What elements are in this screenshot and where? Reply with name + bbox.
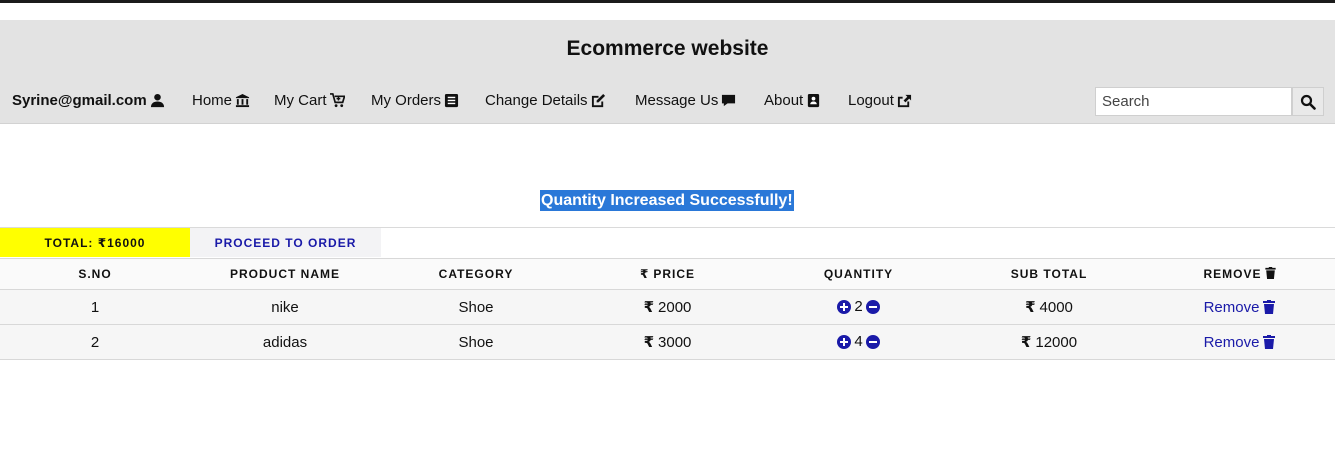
nav-my-cart[interactable]: My Cart (274, 92, 345, 109)
col-remove: REMOVE (1144, 258, 1335, 290)
nav-user-label: Syrine@gmail.com (12, 92, 147, 109)
cart-total: TOTAL: ₹16000 (0, 228, 190, 257)
cell-quantity: 4 (763, 324, 954, 360)
search-icon (1300, 94, 1316, 110)
share-icon (897, 94, 911, 108)
col-price-label: PRICE (653, 267, 696, 281)
col-category: CATEGORY (380, 258, 572, 290)
minus-icon (868, 305, 877, 308)
remove-label: Remove (1203, 298, 1260, 316)
rupee-icon: ₹ (643, 299, 655, 316)
remove-button[interactable]: Remove (1204, 334, 1276, 351)
nav-my-cart-label: My Cart (274, 92, 327, 109)
col-sno: S.NO (0, 258, 190, 290)
edit-icon (591, 93, 605, 108)
proceed-to-order-button[interactable]: PROCEED TO ORDER (190, 228, 381, 257)
table-header-row: S.NO PRODUCT NAME CATEGORY ₹ PRICE QUANTI… (0, 258, 1335, 290)
quantity-value: 4 (854, 333, 863, 351)
rupee-icon: ₹ (1020, 334, 1032, 351)
cell-subtotal-value: 4000 (1039, 299, 1073, 316)
list-icon (444, 93, 459, 108)
cart-icon (329, 93, 345, 108)
remove-label: Remove (1203, 333, 1260, 351)
remove-button[interactable]: Remove (1204, 299, 1276, 316)
nav-home-label: Home (192, 92, 233, 109)
nav-about[interactable]: About (764, 92, 821, 109)
trash-icon (1263, 300, 1276, 314)
flash-message: Quantity Increased Successfully! (540, 190, 794, 211)
cell-price-value: 3000 (658, 334, 692, 351)
table-row: 1 nike Shoe ₹2000 2 ₹4000 Remove (0, 289, 1335, 325)
cell-price: ₹3000 (572, 324, 763, 360)
site-header: Ecommerce website Syrine@gmail.com Home … (0, 20, 1335, 124)
cell-price-value: 2000 (658, 299, 692, 316)
search-button[interactable] (1292, 87, 1324, 116)
cell-subtotal: ₹4000 (954, 289, 1144, 325)
increase-quantity-button[interactable] (837, 334, 852, 349)
col-price: ₹ PRICE (572, 258, 763, 290)
bank-icon (235, 93, 250, 108)
quantity-value: 2 (854, 298, 863, 316)
plus-icon (840, 302, 849, 311)
cell-product-name: nike (190, 289, 380, 325)
minus-icon (868, 340, 877, 343)
site-title: Ecommerce website (566, 37, 769, 60)
nav-logout-label: Logout (848, 92, 894, 109)
cell-remove: Remove (1144, 289, 1335, 325)
cart-table: S.NO PRODUCT NAME CATEGORY ₹ PRICE QUANTI… (0, 258, 1335, 360)
rupee-icon: ₹ (1025, 299, 1036, 316)
cell-subtotal: ₹12000 (954, 324, 1144, 360)
comment-icon (722, 94, 736, 107)
cell-sno: 2 (0, 324, 190, 360)
table-row: 2 adidas Shoe ₹3000 4 ₹12000 Remove (0, 324, 1335, 360)
col-subtotal: SUB TOTAL (954, 258, 1144, 290)
address-book-icon (808, 93, 820, 108)
nav-my-orders-label: My Orders (371, 92, 442, 109)
cell-subtotal-value: 12000 (1035, 334, 1078, 351)
nav-message-us-label: Message Us (635, 92, 719, 109)
increase-quantity-button[interactable] (837, 299, 852, 314)
decrease-quantity-button[interactable] (865, 299, 880, 314)
cell-remove: Remove (1144, 324, 1335, 360)
nav-change-details[interactable]: Change Details (485, 92, 606, 109)
user-icon (150, 93, 164, 108)
decrease-quantity-button[interactable] (865, 334, 880, 349)
browser-top-edge (0, 0, 1335, 3)
rupee-icon: ₹ (639, 267, 650, 281)
search-input[interactable] (1095, 87, 1292, 116)
nav-user[interactable]: Syrine@gmail.com (12, 92, 165, 109)
nav-about-label: About (764, 92, 804, 109)
cell-product-name: adidas (190, 324, 380, 360)
nav-logout[interactable]: Logout (848, 92, 912, 109)
rupee-icon: ₹ (643, 334, 655, 351)
cell-category: Shoe (380, 324, 572, 360)
nav-my-orders[interactable]: My Orders (371, 92, 459, 109)
trash-icon (1264, 267, 1276, 279)
cell-price: ₹2000 (572, 289, 763, 325)
cell-sno: 1 (0, 289, 190, 325)
nav-home[interactable]: Home (192, 92, 250, 109)
col-remove-label: REMOVE (1203, 267, 1262, 281)
plus-icon (840, 337, 849, 346)
trash-icon (1263, 335, 1276, 349)
cell-quantity: 2 (763, 289, 954, 325)
cell-category: Shoe (380, 289, 572, 325)
nav-change-details-label: Change Details (485, 92, 588, 109)
nav-message-us[interactable]: Message Us (635, 92, 736, 109)
col-quantity: QUANTITY (763, 258, 954, 290)
col-product-name: PRODUCT NAME (190, 258, 380, 290)
